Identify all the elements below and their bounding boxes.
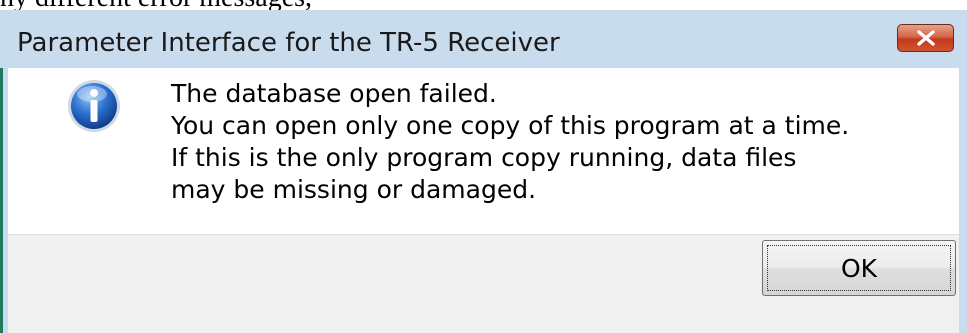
- message-line: may be missing or damaged.: [171, 175, 537, 204]
- message-text: The database open failed. You can open o…: [171, 78, 849, 206]
- message-line: You can open only one copy of this progr…: [171, 111, 850, 140]
- close-icon: [917, 30, 935, 46]
- message-line: If this is the only program copy running…: [171, 143, 797, 172]
- dialog-footer: OK: [8, 234, 959, 333]
- dialog-title: Parameter Interface for the TR-5 Receive…: [17, 28, 560, 58]
- message-line: The database open failed.: [171, 79, 497, 108]
- title-bar[interactable]: Parameter Interface for the TR-5 Receive…: [0, 10, 967, 68]
- ok-button[interactable]: OK: [762, 240, 956, 296]
- screen: ny different error messages, Parameter I…: [0, 0, 967, 333]
- ok-button-label: OK: [840, 254, 878, 283]
- dialog-content: The database open failed. You can open o…: [8, 68, 959, 234]
- close-button[interactable]: [897, 24, 954, 52]
- info-icon: [68, 80, 120, 132]
